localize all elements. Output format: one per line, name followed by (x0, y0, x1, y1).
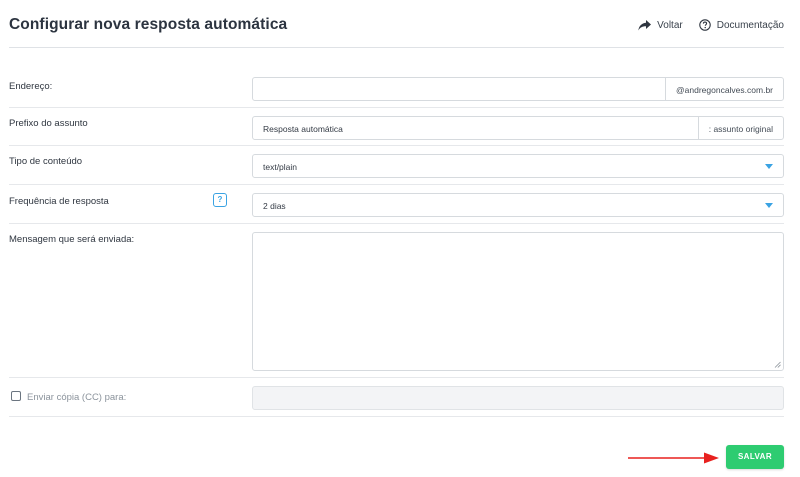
content-type-selected: text/plain (263, 162, 298, 172)
question-icon[interactable]: ? (213, 193, 227, 207)
subject-prefix-input[interactable]: Resposta automática : assunto original (252, 116, 784, 140)
address-label: Endereço: (9, 81, 53, 92)
content-type-select[interactable]: text/plain (252, 154, 784, 178)
address-domain-suffix: @andregoncalves.com.br (665, 78, 783, 100)
message-label: Mensagem que será enviada: (9, 234, 135, 245)
page-header: Configurar nova resposta automática Volt… (0, 0, 800, 50)
cc-label: Enviar cópia (CC) para: (27, 392, 127, 403)
resize-grip-icon[interactable] (774, 361, 781, 368)
address-row: Endereço: @andregoncalves.com.br (9, 70, 784, 108)
help-circle-icon (698, 19, 711, 31)
annotation-arrow-icon (628, 452, 719, 464)
header-actions: Voltar Documentação (638, 19, 784, 31)
subject-prefix-label: Prefixo do assunto (9, 118, 88, 129)
subject-prefix-value: Resposta automática (263, 124, 343, 134)
frequency-select[interactable]: 2 dias (252, 193, 784, 217)
cc-input[interactable] (252, 386, 784, 410)
subject-prefix-suffix: : assunto original (697, 117, 783, 139)
page-title: Configurar nova resposta automática (9, 16, 288, 33)
frequency-selected: 2 dias (263, 201, 286, 211)
back-link[interactable]: Voltar (638, 19, 683, 31)
cc-checkbox[interactable] (11, 391, 21, 401)
content-type-row: Tipo de conteúdo text/plain (9, 146, 784, 185)
chevron-down-icon (765, 203, 773, 208)
save-button[interactable]: SALVAR (726, 445, 784, 469)
documentation-link-label: Documentação (716, 19, 784, 31)
address-input[interactable]: @andregoncalves.com.br (252, 77, 784, 101)
message-row: Mensagem que será enviada: (9, 224, 784, 378)
header-divider (9, 47, 784, 48)
documentation-link[interactable]: Documentação (698, 19, 784, 31)
share-arrow-icon (638, 19, 652, 30)
content-type-label: Tipo de conteúdo (9, 156, 83, 167)
cc-row: Enviar cópia (CC) para: (9, 378, 784, 417)
subject-prefix-row: Prefixo do assunto Resposta automática :… (9, 108, 784, 146)
back-link-label: Voltar (657, 19, 683, 31)
chevron-down-icon (765, 164, 773, 169)
frequency-row: Frequência de resposta ? 2 dias (9, 185, 784, 224)
frequency-label: Frequência de resposta (9, 196, 109, 207)
message-textarea[interactable] (252, 232, 784, 371)
